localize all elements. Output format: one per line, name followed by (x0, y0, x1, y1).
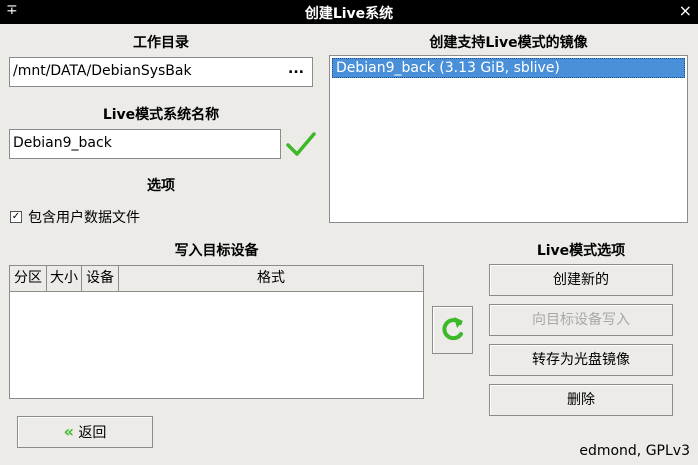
work-dir-value: /mnt/DATA/DebianSysBak (13, 63, 192, 79)
refresh-icon (442, 317, 463, 341)
delete-button[interactable]: 删除 (489, 384, 673, 416)
include-user-data-label: 包含用户数据文件 (28, 210, 140, 226)
footer-credit: edmond, GPLv3 (579, 443, 690, 459)
list-item[interactable]: Debian9_back (3.13 GiB, sblive) (332, 58, 685, 78)
image-list[interactable]: Debian9_back (3.13 GiB, sblive) (329, 55, 688, 223)
column-header-device[interactable]: 设备 (82, 266, 119, 291)
include-user-data-option[interactable]: ✓ 包含用户数据文件 (10, 207, 140, 227)
live-name-input[interactable]: Debian9_back (9, 129, 281, 159)
browse-button[interactable]: ... (288, 61, 304, 77)
target-device-table[interactable]: 分区 大小 设备 格式 (9, 265, 424, 399)
double-chevron-left-icon: « (63, 422, 74, 441)
refresh-button[interactable] (432, 306, 473, 354)
column-header-size[interactable]: 大小 (47, 266, 82, 291)
save-as-iso-button[interactable]: 转存为光盘镜像 (489, 344, 673, 376)
window-title: 创建Live系统 (304, 6, 394, 22)
write-to-device-button[interactable]: 向目标设备写入 (489, 304, 673, 336)
target-heading: 写入目标设备 (174, 243, 259, 259)
work-dir-field[interactable]: /mnt/DATA/DebianSysBak ... (9, 57, 313, 87)
work-dir-heading: 工作目录 (133, 35, 189, 51)
live-name-heading: Live模式系统名称 (102, 107, 220, 123)
live-options-heading: Live模式选项 (536, 243, 626, 259)
back-button[interactable]: « 返回 (17, 416, 153, 448)
back-button-label: 返回 (78, 425, 107, 441)
create-new-button[interactable]: 创建新的 (489, 264, 673, 296)
images-heading: 创建支持Live模式的镜像 (429, 35, 588, 51)
table-header: 分区 大小 设备 格式 (10, 266, 423, 292)
title-bar: ∓ 创建Live系统 × (0, 0, 698, 24)
column-header-format[interactable]: 格式 (119, 266, 423, 291)
close-icon[interactable]: × (679, 1, 692, 20)
column-header-partition[interactable]: 分区 (10, 266, 47, 291)
live-name-value: Debian9_back (13, 135, 112, 151)
checkmark-icon (286, 132, 316, 156)
include-user-data-checkbox[interactable]: ✓ (10, 211, 22, 223)
options-heading: 选项 (147, 178, 175, 194)
